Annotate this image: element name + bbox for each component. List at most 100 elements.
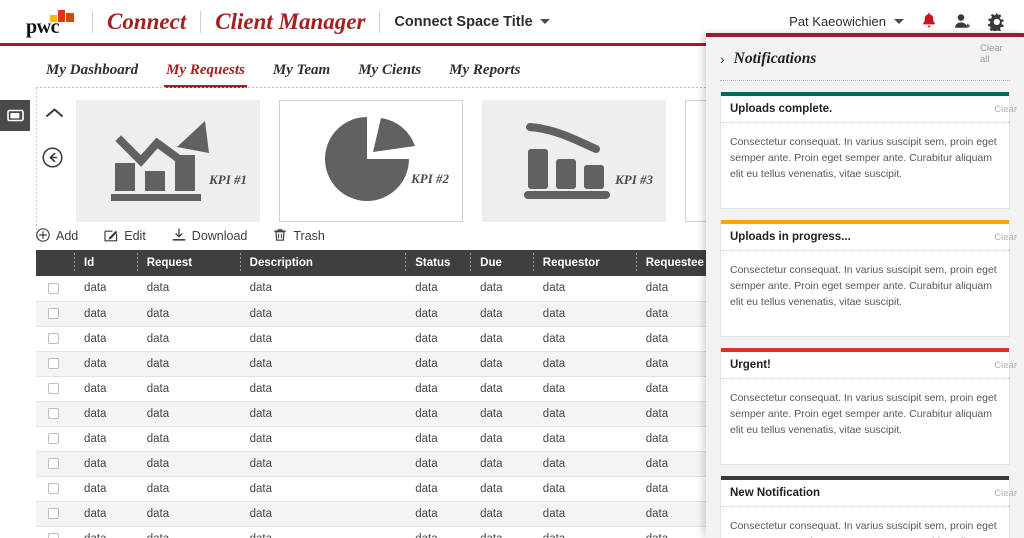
row-checkbox-cell[interactable] — [36, 526, 75, 538]
table-cell: data — [405, 451, 471, 477]
trash-button[interactable]: Trash — [273, 228, 325, 245]
edit-button[interactable]: Edit — [104, 228, 146, 245]
kpi-card-3[interactable]: KPI #3 — [482, 100, 666, 222]
table-cell: data — [635, 476, 712, 502]
row-checkbox[interactable] — [48, 332, 59, 344]
row-checkbox[interactable] — [48, 407, 59, 419]
gear-icon[interactable] — [988, 12, 1006, 31]
column-header-description[interactable]: Description — [239, 250, 406, 276]
table-cell: data — [239, 401, 406, 427]
notification-card[interactable]: New Notification Clear Consectetur consequ… — [720, 476, 1017, 538]
row-checkbox-cell[interactable] — [36, 276, 75, 302]
row-checkbox[interactable] — [48, 432, 59, 444]
notification-clear-button[interactable]: Clear — [994, 360, 1017, 371]
tab-my-reports[interactable]: My Reports — [449, 62, 520, 88]
row-checkbox[interactable] — [48, 507, 59, 519]
table-row[interactable]: datadatadatadatadatadatadatadatadata — [36, 426, 712, 452]
add-user-icon[interactable] — [954, 13, 971, 30]
table-row[interactable]: datadatadatadatadatadatadatadatadata — [36, 276, 712, 302]
tab-my-requests[interactable]: My Requests — [164, 62, 247, 88]
table-toolbar: Add Edit Download Trash — [36, 224, 325, 248]
row-checkbox-cell[interactable] — [36, 301, 75, 327]
download-button[interactable]: Download — [172, 227, 247, 245]
kpi-card-1[interactable]: KPI #1 — [76, 100, 260, 222]
table-cell: data — [635, 376, 712, 402]
column-header-id[interactable]: Id — [74, 250, 137, 276]
row-checkbox-cell[interactable] — [36, 426, 75, 452]
table-row[interactable]: datadatadatadatadatadatadatadatadata — [36, 326, 712, 352]
notification-clear-button[interactable]: Clear — [994, 488, 1017, 499]
account-area: Pat Kaeowichien — [789, 12, 1006, 31]
folder-tab-icon[interactable] — [0, 100, 30, 131]
table-row[interactable]: datadatadatadatadatadatadatadatadata — [36, 526, 712, 538]
column-header-due[interactable]: Due — [470, 250, 533, 276]
tab-my-team[interactable]: My Team — [273, 62, 330, 88]
table-row[interactable]: datadatadatadatadatadatadatadatadata — [36, 301, 712, 327]
row-checkbox-cell[interactable] — [36, 326, 75, 352]
user-menu[interactable]: Pat Kaeowichien — [789, 14, 904, 29]
kpi-card-2[interactable]: KPI #2 — [279, 100, 463, 222]
tab-my-dashboard[interactable]: My Dashboard — [46, 62, 138, 88]
table-row[interactable]: datadatadatadatadatadatadatadatadata — [36, 351, 712, 377]
row-checkbox[interactable] — [48, 482, 59, 494]
select-all-header[interactable] — [36, 250, 75, 276]
kpi-carousel: KPI #1 KPI #2 KPI #3 — [76, 100, 736, 222]
table-row[interactable]: datadatadatadatadatadatadatadatadata — [36, 401, 712, 427]
row-checkbox[interactable] — [48, 532, 59, 538]
row-checkbox-cell[interactable] — [36, 376, 75, 402]
space-title-dropdown[interactable]: Connect Space Title — [394, 14, 550, 30]
pwc-logo[interactable]: pwc — [26, 6, 78, 38]
table-cell: data — [470, 351, 533, 377]
table-cell: data — [136, 501, 240, 527]
back-arrow-left-circle-icon[interactable] — [42, 147, 63, 168]
notification-card[interactable]: Urgent! Clear Consectetur consequat. In va… — [720, 348, 1017, 465]
table-cell: data — [532, 526, 636, 538]
row-checkbox[interactable] — [48, 307, 59, 319]
row-checkbox-cell[interactable] — [36, 451, 75, 477]
row-checkbox-cell[interactable] — [36, 401, 75, 427]
row-checkbox[interactable] — [48, 382, 59, 394]
row-checkbox-cell[interactable] — [36, 501, 75, 527]
column-header-request[interactable]: Request — [136, 250, 240, 276]
notification-title: New Notification — [730, 487, 821, 499]
collapse-kpi-chevron-up-icon[interactable] — [42, 104, 66, 122]
table-cell: data — [74, 451, 137, 477]
table-cell: data — [136, 476, 240, 502]
notification-body: Consectetur consequat. In varius suscipi… — [730, 520, 997, 538]
column-header-requestor[interactable]: Requestor — [532, 250, 636, 276]
table-cell: data — [239, 476, 406, 502]
notification-clear-button[interactable]: Clear — [994, 104, 1017, 115]
chevron-right-icon[interactable]: › — [720, 51, 725, 67]
table-cell: data — [532, 376, 636, 402]
add-label: Add — [56, 229, 79, 243]
table-row[interactable]: datadatadatadatadatadatadatadatadata — [36, 501, 712, 527]
table-cell: data — [136, 326, 240, 352]
row-checkbox-cell[interactable] — [36, 351, 75, 377]
table-cell: data — [74, 276, 137, 302]
chevron-down-icon — [894, 19, 904, 24]
table-cell: data — [74, 501, 137, 527]
tab-my-clients[interactable]: My Cients — [358, 62, 421, 88]
download-tray-icon — [172, 227, 186, 245]
column-header-requestee[interactable]: Requestee — [635, 250, 712, 276]
table-cell: data — [532, 501, 636, 527]
add-button[interactable]: Add — [36, 227, 79, 245]
table-cell: data — [136, 526, 240, 538]
notification-card[interactable]: Uploads in progress... Clear Consectetur c… — [720, 220, 1017, 337]
row-checkbox[interactable] — [48, 357, 59, 369]
notification-clear-button[interactable]: Clear — [994, 232, 1017, 243]
row-checkbox[interactable] — [48, 457, 59, 469]
table-row[interactable]: datadatadatadatadatadatadatadatadata — [36, 451, 712, 477]
row-checkbox-cell[interactable] — [36, 476, 75, 502]
notification-card[interactable]: Uploads complete. Clear Consectetur conseq… — [720, 92, 1017, 209]
table-cell: data — [239, 451, 406, 477]
table-row[interactable]: datadatadatadatadatadatadatadatadata — [36, 376, 712, 402]
notification-card-header: Urgent! Clear — [721, 352, 1017, 379]
notification-bell-icon[interactable] — [921, 13, 937, 30]
row-checkbox[interactable] — [48, 282, 59, 294]
column-header-status[interactable]: Status — [405, 250, 471, 276]
clear-all-button[interactable]: Clear all — [980, 43, 1010, 65]
table-row[interactable]: datadatadatadatadatadatadatadatadata — [36, 476, 712, 502]
table-cell: data — [74, 326, 137, 352]
table-cell: data — [635, 501, 712, 527]
